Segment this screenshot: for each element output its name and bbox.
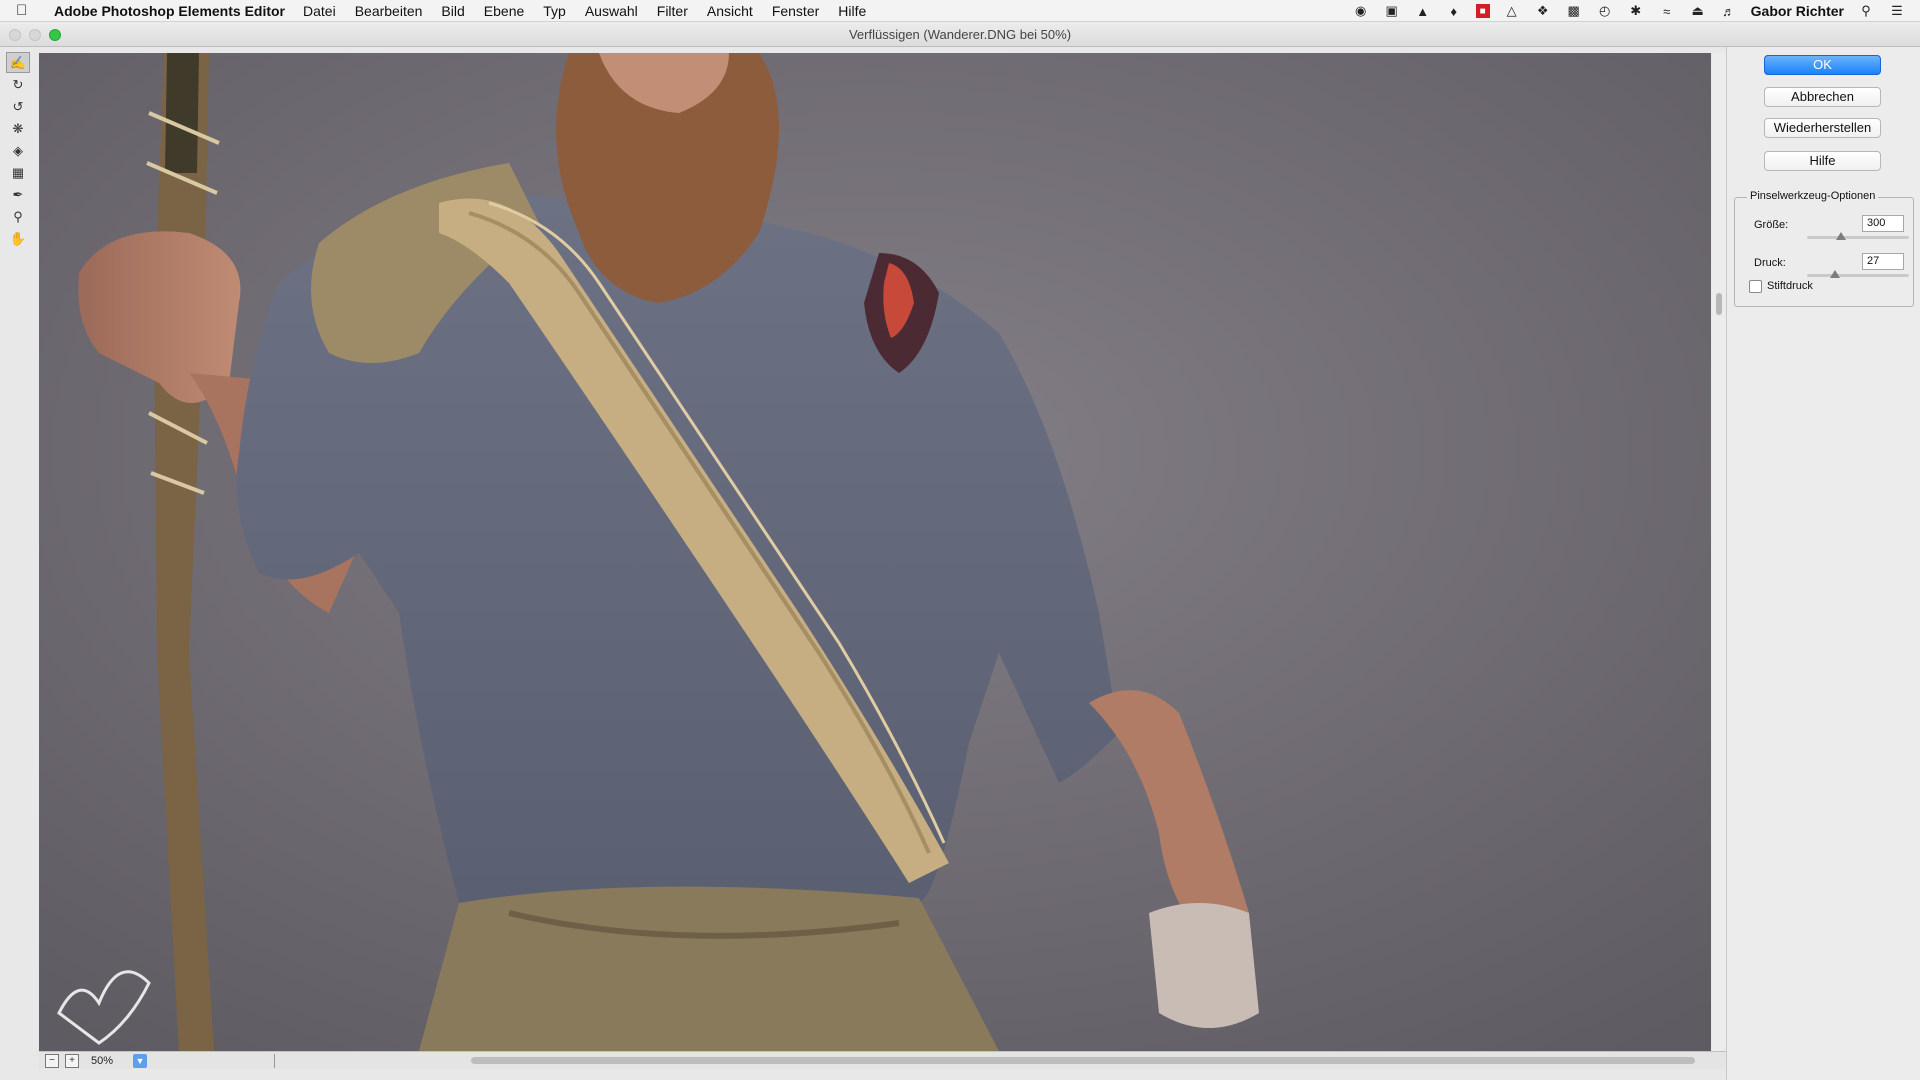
size-label: Größe: (1754, 219, 1789, 231)
brush-options-group: Pinselwerkzeug-Optionen Größe: 300 Druck… (1734, 190, 1914, 307)
volume-icon[interactable]: ♬ (1720, 4, 1738, 19)
spotlight-icon[interactable]: ⚲ (1857, 3, 1875, 18)
stylus-pressure-label: Stiftdruck (1767, 280, 1813, 292)
pressure-slider-thumb[interactable] (1829, 270, 1840, 278)
app-name-menu[interactable]: Adobe Photoshop Elements Editor (54, 3, 285, 19)
menu-fenster[interactable]: Fenster (772, 3, 819, 19)
eject-icon[interactable]: ⏏ (1689, 3, 1707, 18)
menu-filter[interactable]: Filter (657, 3, 688, 19)
size-input[interactable]: 300 (1862, 215, 1904, 232)
stylus-pressure-checkbox[interactable] (1749, 280, 1762, 293)
menu-ebene[interactable]: Ebene (484, 3, 524, 19)
user-name[interactable]: Gabor Richter (1751, 3, 1844, 19)
bottom-status-bar: − + 50% ▼ (39, 1051, 1726, 1069)
monitor-icon[interactable]: ▩ (1565, 3, 1583, 18)
brush-options-title: Pinselwerkzeug-Optionen (1747, 190, 1879, 202)
twirl-counterclockwise-icon[interactable]: ↺ (6, 96, 30, 117)
menu-ansicht[interactable]: Ansicht (707, 3, 753, 19)
size-slider-track[interactable] (1807, 236, 1909, 239)
pressure-label: Druck: (1754, 257, 1786, 269)
menu-auswahl[interactable]: Auswahl (585, 3, 638, 19)
zoom-out-button[interactable]: − (45, 1053, 59, 1068)
record-icon[interactable]: ◉ (1352, 3, 1370, 18)
liquify-toolbox: ✍ ↻ ↺ ❋ ◈ ▦ ✒ ⚲ ✋ (6, 52, 32, 250)
drive-icon[interactable]: △ (1503, 3, 1521, 18)
warp-tool-icon[interactable]: ✍ (6, 52, 30, 73)
cancel-button[interactable]: Abbrechen (1764, 87, 1881, 107)
pressure-slider-track[interactable] (1807, 274, 1909, 277)
display-icon[interactable]: ▣ (1383, 3, 1401, 18)
pressure-input[interactable]: 27 (1862, 253, 1904, 270)
bluetooth-icon[interactable]: ✱ (1627, 3, 1645, 18)
menu-bearbeiten[interactable]: Bearbeiten (355, 3, 423, 19)
menu-bild[interactable]: Bild (441, 3, 464, 19)
status-menus: ◉ ▣ ▲ ♦ ■ △ ❖ ▩ ◴ ✱ ≈ ⏏ ♬ Gabor Richter … (1352, 0, 1906, 22)
menu-bar:  Adobe Photoshop Elements Editor Datei … (0, 0, 1920, 22)
zoom-tool-icon[interactable]: ⚲ (6, 206, 30, 227)
time-machine-icon[interactable]: ◴ (1596, 3, 1614, 18)
size-slider-thumb[interactable] (1835, 232, 1846, 240)
options-panel: OK Abbrechen Wiederherstellen Hilfe Pins… (1726, 47, 1920, 1080)
menu-typ[interactable]: Typ (543, 3, 566, 19)
window-title-bar: Verflüssigen (Wanderer.DNG bei 50%) (0, 22, 1920, 47)
apple-menu-icon[interactable]:  (16, 2, 46, 19)
help-button[interactable]: Hilfe (1764, 151, 1881, 171)
twirl-clockwise-icon[interactable]: ↻ (6, 74, 30, 95)
photo-preview (39, 53, 1711, 1051)
shift-pixels-icon[interactable]: ▦ (6, 162, 30, 183)
ok-button[interactable]: OK (1764, 55, 1881, 75)
zoom-level[interactable]: 50% (87, 1054, 133, 1068)
reconstruct-tool-icon[interactable]: ✒ (6, 184, 30, 205)
hand-tool-icon[interactable]: ✋ (6, 228, 30, 249)
bloat-tool-icon[interactable]: ◈ (6, 140, 30, 161)
airplay-icon[interactable]: ▲ (1414, 4, 1432, 19)
zoom-dropdown-icon[interactable]: ▼ (133, 1053, 147, 1068)
notification-list-icon[interactable]: ☰ (1888, 3, 1906, 18)
menu-datei[interactable]: Datei (303, 3, 336, 19)
preview-canvas[interactable] (39, 53, 1711, 1051)
horizontal-scroll-thumb[interactable] (471, 1057, 1695, 1064)
dropbox-icon[interactable]: ❖ (1534, 3, 1552, 18)
restore-button[interactable]: Wiederherstellen (1764, 118, 1881, 138)
evernote-icon[interactable]: ♦ (1445, 4, 1463, 19)
zoom-in-button[interactable]: + (65, 1053, 79, 1068)
wifi-icon[interactable]: ≈ (1658, 4, 1676, 19)
window-title: Verflüssigen (Wanderer.DNG bei 50%) (848, 27, 1072, 42)
red-app-icon[interactable]: ■ (1475, 4, 1490, 18)
pucker-tool-icon[interactable]: ❋ (6, 118, 30, 139)
vertical-scroll-thumb[interactable] (1716, 293, 1722, 315)
menu-hilfe[interactable]: Hilfe (838, 3, 866, 19)
vertical-scrollbar[interactable] (1712, 53, 1726, 1051)
zoom-field-spacer (147, 1053, 275, 1068)
